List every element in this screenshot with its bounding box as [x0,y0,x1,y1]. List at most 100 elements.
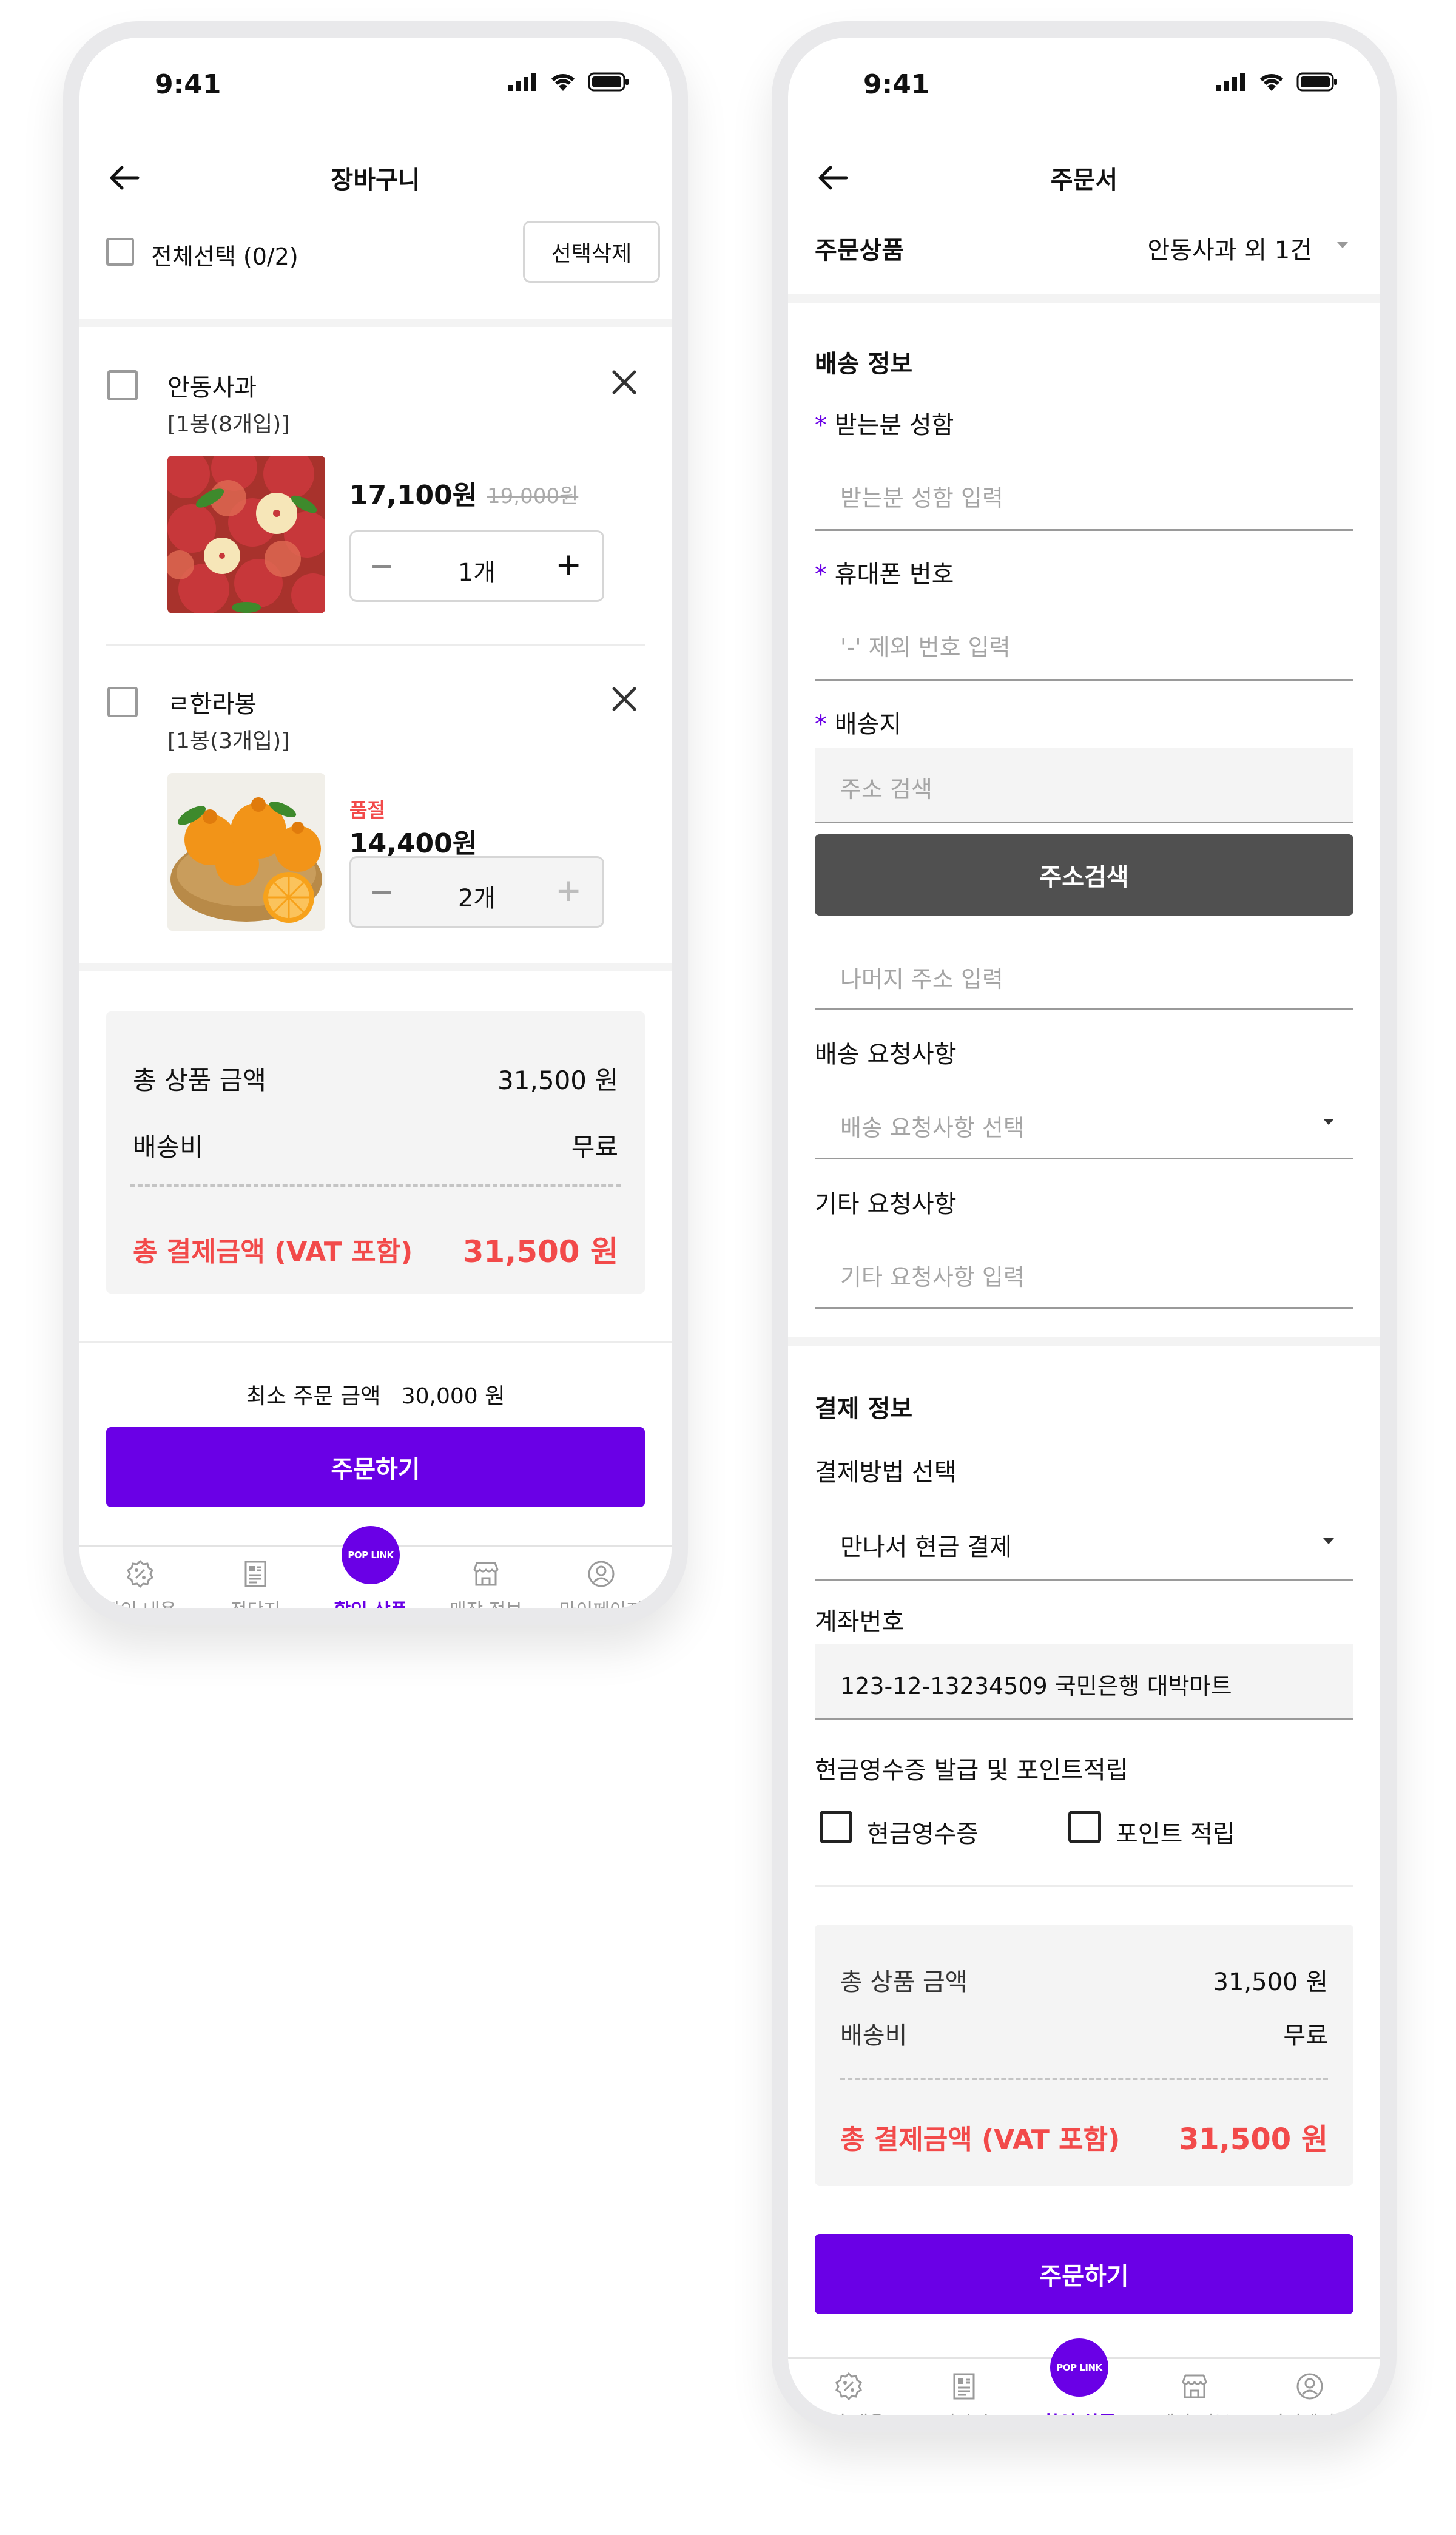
chevron-down-icon[interactable] [1323,1538,1334,1544]
tab-flyer[interactable]: 전단지 [906,2359,1022,2415]
chevron-down-icon[interactable] [1337,242,1348,248]
required-star: * [815,711,835,738]
tab-store-info[interactable]: 매장 정보 [428,1547,544,1608]
required-star: * [815,411,835,439]
cart-screen: 9:41 장바구니 전체선택 (0/2) 선택삭제 안동사과 [1봉(8개입)] [79,38,672,1608]
tab-label: 마이페이지 [559,1600,643,1621]
address-input-underline [815,822,1353,823]
phone-input-underline [815,679,1353,681]
account-number-label: 계좌번호 [815,1608,905,1636]
total-value: 31,500 원 [497,1065,618,1095]
tab-discount-info[interactable]: 할인 내용 [83,1547,198,1621]
page-title: 장바구니 [331,166,420,194]
tab-label: 할인 상품 [1042,2412,1116,2432]
user-icon [1296,2373,1323,2400]
select-all-checkbox[interactable] [106,238,134,266]
order-button[interactable]: 주문하기 [106,1427,645,1507]
pop-link-icon: POP LINK [1050,2338,1108,2397]
chevron-down-icon[interactable] [1323,1119,1334,1125]
battery-icon [588,72,629,92]
remove-item-icon[interactable] [610,685,638,713]
phone-label-text: 휴대폰 번호 [834,561,954,589]
summary-dash-divider [840,2078,1328,2080]
section-divider [79,963,672,971]
price-summary: 총 상품 금액 31,500 원 배송비 무료 총 결제금액 (VAT 포함) … [815,1925,1353,2186]
tab-flyer[interactable]: 전단지 [198,1547,313,1608]
flyer-icon [244,1561,266,1587]
tab-discount-products[interactable]: POP LINK 할인 상품 [1022,2338,1137,2432]
increase-button[interactable]: + [555,873,582,909]
point-save-checkbox[interactable] [1068,1811,1101,1843]
min-order-label: 최소 주문 금액 [246,1384,381,1409]
item-checkbox[interactable] [107,370,138,400]
quantity-stepper: − 2개 + [349,856,604,928]
tab-my-page[interactable]: 마이페이지 [1252,2359,1367,2432]
recipient-label-text: 받는분 성함 [834,411,954,439]
store-icon [1182,2374,1207,2398]
item-divider [106,644,645,646]
payment-method-select[interactable]: 만나서 현금 결제 [840,1527,1012,1562]
recipient-input[interactable]: 받는분 성함 입력 [840,479,1003,513]
cash-receipt-checkbox[interactable] [820,1811,852,1843]
order-products-value[interactable]: 안동사과 외 1건 [1147,231,1312,266]
recipient-label: * 받는분 성함 [815,405,954,441]
grand-total-label: 총 결제금액 (VAT 포함) [133,1237,413,1268]
item-option: [1봉(8개입)] [167,412,290,437]
quantity-stepper: − 1개 + [349,530,604,602]
address-label: * 배송지 [815,704,902,740]
tab-label: 매장 정보 [1158,2412,1231,2432]
user-icon [588,1561,615,1587]
receipt-section-label: 현금영수증 발급 및 포인트적립 [815,1757,1128,1784]
section-divider [79,319,672,327]
delivery-request-label: 배송 요청사항 [815,1041,957,1068]
tab-discount-info[interactable]: 할인 내용 [791,2359,906,2432]
order-phone: 9:41 주문서 주문상품 안동사과 외 1건 배송 정보 * 받는분 성함 받… [772,21,1397,2432]
etc-request-input[interactable]: 기타 요청사항 입력 [840,1258,1025,1292]
account-number-field: 123-12-13234509 국민은행 대박마트 [815,1644,1353,1718]
payment-method-underline [815,1579,1353,1581]
address-search-field[interactable]: 주소 검색 [815,748,1353,822]
tab-store-info[interactable]: 매장 정보 [1137,2359,1252,2432]
tab-label: 마이페이지 [1268,2412,1352,2432]
apple-product-image [167,456,325,613]
flyer-icon [953,2373,975,2400]
section-divider [788,294,1380,303]
address-search-button[interactable]: 주소검색 [815,834,1353,916]
cash-receipt-label: 현금영수증 [867,1820,979,1848]
status-time: 9:41 [863,69,930,100]
delivery-request-select[interactable]: 배송 요청사항 선택 [840,1109,1025,1143]
total-label: 총 상품 금액 [133,1065,266,1095]
signal-icon [1216,73,1245,91]
bottom-tab-bar: 할인 내용 전단지 POP LINK 할인 상품 매장 정보 마이페이지 [79,1526,672,1621]
tab-discount-products[interactable]: POP LINK 할인 상품 [313,1526,428,1608]
item-checkbox[interactable] [107,687,138,717]
order-screen: 9:41 주문서 주문상품 안동사과 외 1건 배송 정보 * 받는분 성함 받… [788,38,1380,2415]
order-appbar: 주문서 [788,135,1380,220]
point-save-label: 포인트 적립 [1116,1820,1235,1848]
footer-divider [79,1341,672,1343]
min-order-value: 30,000 원 [401,1384,505,1409]
payment-method-label: 결제방법 선택 [815,1459,957,1487]
status-icons [1216,72,1338,92]
tab-my-page[interactable]: 마이페이지 [544,1547,659,1621]
tab-label: 할인 내용 [104,1600,177,1621]
min-order: 최소 주문 금액 30,000 원 [79,1379,672,1410]
address-detail-underline [815,1008,1353,1010]
order-submit-button[interactable]: 주문하기 [815,2234,1353,2314]
shipping-label: 배송비 [133,1132,203,1162]
item-price: 17,100원 [349,480,477,511]
order-products-label: 주문상품 [815,237,905,265]
wifi-icon [1259,73,1284,91]
etc-request-underline [815,1307,1353,1309]
shipping-value: 무료 [1283,2022,1328,2050]
delete-selected-button[interactable]: 선택삭제 [523,221,660,283]
delivery-request-underline [815,1158,1353,1159]
total-value: 31,500 원 [1213,1968,1328,1996]
discount-icon [835,2372,862,2401]
phone-input[interactable]: '-' 제외 번호 입력 [840,629,1011,662]
increase-button[interactable]: + [555,547,582,583]
tab-label: 할인 내용 [812,2412,885,2432]
address-detail-input[interactable]: 나머지 주소 입력 [840,960,1003,994]
remove-item-icon[interactable] [610,368,638,396]
item-name: ㄹ한라봉 [167,690,257,718]
